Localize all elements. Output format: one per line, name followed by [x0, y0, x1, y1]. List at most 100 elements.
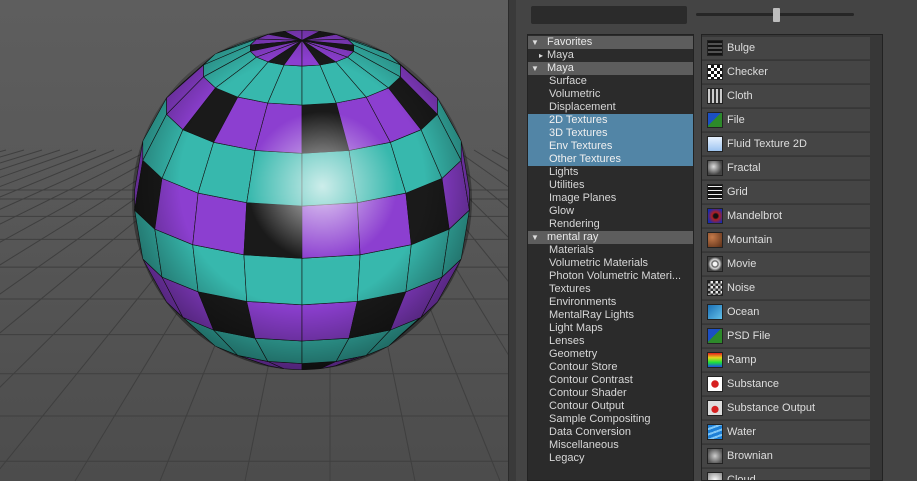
- tree-item-favorites-maya[interactable]: ▸ Maya: [528, 49, 693, 62]
- category-tree[interactable]: ▼ Favorites ▸ Maya ▼ Maya Surface Volumetric Dis…: [527, 34, 694, 481]
- checker-icon: [707, 64, 723, 80]
- expand-arrow-icon[interactable]: ▼: [531, 36, 539, 49]
- tree-item-label: Textures: [549, 283, 591, 295]
- tree-item-label: Contour Shader: [549, 387, 627, 399]
- node-item-ocean[interactable]: Ocean: [702, 301, 870, 324]
- node-item-label: Ocean: [727, 306, 760, 318]
- tree-item-sample-compositing[interactable]: Sample Compositing: [528, 413, 693, 426]
- node-item-label: Ramp: [727, 354, 757, 366]
- tree-item-lights[interactable]: Lights: [528, 166, 693, 179]
- node-item-label: Cloud: [727, 474, 756, 481]
- tree-item-environments[interactable]: Environments: [528, 296, 693, 309]
- node-item-label: Movie: [727, 258, 757, 270]
- node-item-brownian[interactable]: Brownian: [702, 445, 870, 468]
- node-item-grid[interactable]: Grid: [702, 181, 870, 204]
- node-item-label: Checker: [727, 66, 768, 78]
- node-item-mountain[interactable]: Mountain: [702, 229, 870, 252]
- tree-item-label: Maya: [547, 62, 574, 74]
- tree-item-label: mental ray: [547, 231, 599, 243]
- tree-section-mental-ray[interactable]: ▼ mental ray: [528, 231, 693, 244]
- tree-item-materials[interactable]: Materials: [528, 244, 693, 257]
- ramp-icon: [707, 352, 723, 368]
- tree-item-surface[interactable]: Surface: [528, 75, 693, 88]
- substance-output-icon: [707, 400, 723, 416]
- water-icon: [707, 424, 723, 440]
- ocean-icon: [707, 304, 723, 320]
- node-item-ramp[interactable]: Ramp: [702, 349, 870, 372]
- grid-icon: [707, 184, 723, 200]
- fractal-icon: [707, 160, 723, 176]
- expand-arrow-icon[interactable]: ▼: [531, 231, 539, 244]
- tree-item-light-maps[interactable]: Light Maps: [528, 322, 693, 335]
- node-item-substance-output[interactable]: Substance Output: [702, 397, 870, 420]
- node-list[interactable]: Bulge Checker Cloth File Fluid Texture 2D Fra…: [701, 34, 883, 481]
- tree-item-label: Legacy: [549, 452, 585, 464]
- node-item-water[interactable]: Water: [702, 421, 870, 444]
- node-item-file[interactable]: File: [702, 109, 870, 132]
- node-item-checker[interactable]: Checker: [702, 61, 870, 84]
- tree-item-mentalray-lights[interactable]: MentalRay Lights: [528, 309, 693, 322]
- mandelbrot-icon: [707, 208, 723, 224]
- tree-item-displacement[interactable]: Displacement: [528, 101, 693, 114]
- node-item-noise[interactable]: Noise: [702, 277, 870, 300]
- node-item-label: Cloth: [727, 90, 753, 102]
- tree-item-label: Lights: [549, 166, 579, 178]
- node-item-label: PSD File: [727, 330, 771, 342]
- tree-item-rendering[interactable]: Rendering: [528, 218, 693, 231]
- expand-arrow-icon[interactable]: ▼: [531, 62, 539, 75]
- node-item-label: Substance Output: [727, 402, 816, 414]
- node-item-fluid-texture-2d[interactable]: Fluid Texture 2D: [702, 133, 870, 156]
- node-item-bulge[interactable]: Bulge: [702, 37, 870, 60]
- tree-item-glow[interactable]: Glow: [528, 205, 693, 218]
- node-item-label: Mountain: [727, 234, 773, 246]
- node-item-cloth[interactable]: Cloth: [702, 85, 870, 108]
- tree-item-label: Sample Compositing: [549, 413, 651, 425]
- tree-item-label: Environments: [549, 296, 617, 308]
- tree-item-contour-shader[interactable]: Contour Shader: [528, 387, 693, 400]
- collapse-arrow-icon[interactable]: ▸: [539, 49, 543, 62]
- tree-item-label: Image Planes: [549, 192, 617, 204]
- tree-item-utilities[interactable]: Utilities: [528, 179, 693, 192]
- tree-item-geometry[interactable]: Geometry: [528, 348, 693, 361]
- tree-item-label: Utilities: [549, 179, 585, 191]
- tree-item-2d-textures[interactable]: 2D Textures: [528, 114, 693, 127]
- create-panel: ▼ Favorites ▸ Maya ▼ Maya Surface Volumetric Dis…: [516, 0, 917, 481]
- search-field[interactable]: [531, 6, 687, 24]
- node-item-label: Water: [727, 426, 756, 438]
- tree-item-textures[interactable]: Textures: [528, 283, 693, 296]
- tree-item-legacy[interactable]: Legacy: [528, 452, 693, 465]
- node-item-mandelbrot[interactable]: Mandelbrot: [702, 205, 870, 228]
- tree-item-3d-textures[interactable]: 3D Textures: [528, 127, 693, 140]
- viewport-scene: [0, 30, 508, 481]
- node-item-substance[interactable]: Substance: [702, 373, 870, 396]
- tree-item-lenses[interactable]: Lenses: [528, 335, 693, 348]
- tree-item-miscellaneous[interactable]: Miscellaneous: [528, 439, 693, 452]
- tree-item-other-textures[interactable]: Other Textures: [528, 153, 693, 166]
- fluid-texture-icon: [707, 136, 723, 152]
- viewport-3d[interactable]: [0, 0, 508, 481]
- tree-item-contour-output[interactable]: Contour Output: [528, 400, 693, 413]
- tree-item-label: Surface: [549, 75, 587, 87]
- tree-item-volumetric[interactable]: Volumetric: [528, 88, 693, 101]
- node-item-psd-file[interactable]: PSD File: [702, 325, 870, 348]
- tree-item-contour-contrast[interactable]: Contour Contrast: [528, 374, 693, 387]
- tree-item-label: Lenses: [549, 335, 585, 347]
- panel-splitter[interactable]: [508, 0, 516, 481]
- icon-size-slider-handle[interactable]: [773, 8, 780, 22]
- tree-item-label: Volumetric Materials: [549, 257, 649, 269]
- hypershade-window: ▼ Favorites ▸ Maya ▼ Maya Surface Volumetric Dis…: [0, 0, 917, 481]
- node-item-fractal[interactable]: Fractal: [702, 157, 870, 180]
- sphere-shading: [132, 30, 472, 370]
- tree-item-env-textures[interactable]: Env Textures: [528, 140, 693, 153]
- tree-item-image-planes[interactable]: Image Planes: [528, 192, 693, 205]
- tree-item-data-conversion[interactable]: Data Conversion: [528, 426, 693, 439]
- tree-item-photon-volumetric-materi-[interactable]: Photon Volumetric Materi...: [528, 270, 693, 283]
- bulge-icon: [707, 40, 723, 56]
- node-item-movie[interactable]: Movie: [702, 253, 870, 276]
- tree-item-label: Light Maps: [549, 322, 603, 334]
- tree-section-favorites[interactable]: ▼ Favorites: [528, 36, 693, 49]
- tree-item-volumetric-materials[interactable]: Volumetric Materials: [528, 257, 693, 270]
- node-item-cloud[interactable]: Cloud: [702, 469, 870, 481]
- tree-item-contour-store[interactable]: Contour Store: [528, 361, 693, 374]
- tree-section-maya[interactable]: ▼ Maya: [528, 62, 693, 75]
